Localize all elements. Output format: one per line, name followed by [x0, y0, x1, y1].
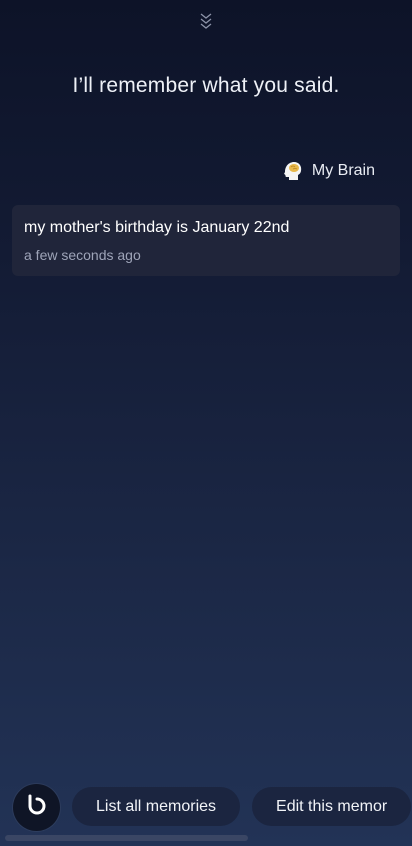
suggestion-chips: List all memories Edit this memor: [72, 787, 412, 826]
memory-card[interactable]: my mother's birthday is January 22nd a f…: [12, 205, 400, 276]
horizontal-scrollbar[interactable]: [5, 835, 248, 841]
list-all-memories-chip[interactable]: List all memories: [72, 787, 241, 826]
memory-timestamp: a few seconds ago: [24, 247, 141, 263]
memory-text: my mother's birthday is January 22nd: [24, 219, 290, 236]
double-chevron-down-icon: [200, 12, 212, 35]
response-headline: I’ll remember what you said.: [72, 74, 340, 97]
bixby-icon: [25, 793, 49, 822]
bixby-button[interactable]: [13, 784, 60, 831]
my-brain-label: My Brain: [311, 162, 375, 179]
brain-head-icon: [281, 160, 303, 182]
edit-this-memory-chip[interactable]: Edit this memor: [252, 787, 412, 826]
collapse-button[interactable]: [196, 12, 216, 34]
my-brain-link[interactable]: My Brain: [281, 160, 375, 182]
